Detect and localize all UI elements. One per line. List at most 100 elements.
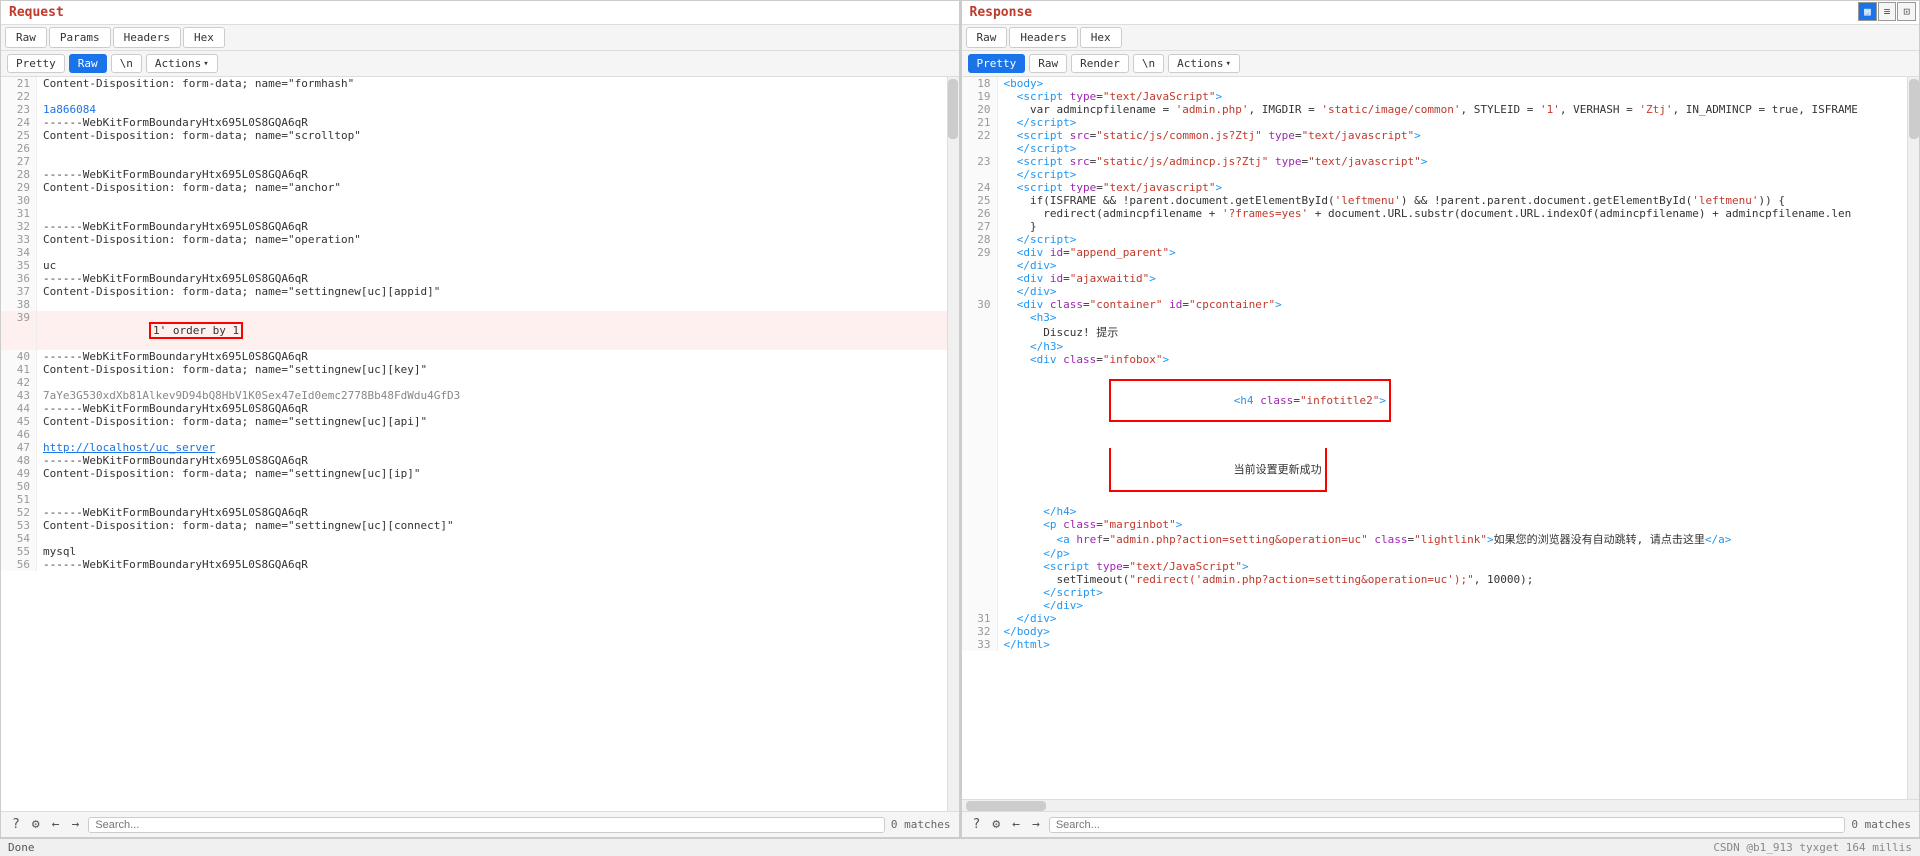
response-raw-btn[interactable]: Raw <box>1029 54 1067 73</box>
response-ln-btn[interactable]: \n <box>1133 54 1164 73</box>
response-settings-icon[interactable]: ⚙ <box>989 816 1003 833</box>
response-pretty-btn[interactable]: Pretty <box>968 54 1026 73</box>
request-tab-bar: Raw Params Headers Hex <box>1 25 959 51</box>
code-line: setTimeout("redirect('admin.php?action=s… <box>962 573 1908 586</box>
response-back-icon[interactable]: ← <box>1009 816 1023 833</box>
request-back-icon[interactable]: ← <box>49 816 63 833</box>
code-line: </script> <box>962 168 1908 181</box>
response-toolbar: Pretty Raw Render \n Actions ▾ <box>962 51 1920 77</box>
list-view-icon[interactable]: ≡ <box>1878 2 1897 21</box>
code-line: 30 <box>1 194 947 207</box>
code-line: 27 } <box>962 220 1908 233</box>
request-scrollbar[interactable] <box>947 77 959 811</box>
response-scrollbar-thumb[interactable] <box>1909 79 1919 139</box>
request-pretty-btn[interactable]: Pretty <box>7 54 65 73</box>
code-line: </div> <box>962 285 1908 298</box>
code-line: 30 <div class="container" id="cpcontaine… <box>962 298 1908 311</box>
response-search-input[interactable] <box>1049 817 1846 833</box>
code-line: 24------WebKitFormBoundaryHtx695L0S8GQA6… <box>1 116 947 129</box>
response-matches-text: 0 matches <box>1851 818 1911 831</box>
code-line: 28------WebKitFormBoundaryHtx695L0S8GQA6… <box>1 168 947 181</box>
code-line: 44------WebKitFormBoundaryHtx695L0S8GQA6… <box>1 402 947 415</box>
response-tab-raw[interactable]: Raw <box>966 27 1008 48</box>
code-line: <h3> <box>962 311 1908 324</box>
code-line: 32</body> <box>962 625 1908 638</box>
code-line: 48------WebKitFormBoundaryHtx695L0S8GQA6… <box>1 454 947 467</box>
code-line: 21Content-Disposition: form-data; name="… <box>1 77 947 90</box>
code-line: 33</html> <box>962 638 1908 651</box>
code-line: 31 <box>1 207 947 220</box>
code-line: 20 var admincpfilename = 'admin.php', IM… <box>962 103 1908 116</box>
code-line: 31 </div> <box>962 612 1908 625</box>
response-forward-icon[interactable]: → <box>1029 816 1043 833</box>
code-line: 42 <box>1 376 947 389</box>
code-line: 26 <box>1 142 947 155</box>
request-code-area[interactable]: 21Content-Disposition: form-data; name="… <box>1 77 947 811</box>
split-view-icon[interactable]: ⊡ <box>1897 2 1916 21</box>
response-help-icon[interactable]: ? <box>970 816 984 833</box>
code-line: 18<body> <box>962 77 1908 90</box>
code-line: 25Content-Disposition: form-data; name="… <box>1 129 947 142</box>
code-line-highlighted: 39 1' order by 1 <box>1 311 947 350</box>
request-tab-headers[interactable]: Headers <box>113 27 181 48</box>
code-line: 231a866084 <box>1 103 947 116</box>
response-hscrollbar-thumb[interactable] <box>966 801 1046 811</box>
code-line: Discuz! 提示 <box>962 324 1908 340</box>
request-search-input[interactable] <box>88 817 885 833</box>
response-hscrollbar[interactable] <box>962 799 1920 811</box>
code-line: 27 <box>1 155 947 168</box>
response-actions-arrow: ▾ <box>1225 59 1230 69</box>
code-line: 28 </script> <box>962 233 1908 246</box>
request-tab-raw[interactable]: Raw <box>5 27 47 48</box>
code-line: 47http://localhost/uc_server <box>1 441 947 454</box>
code-line: 45Content-Disposition: form-data; name="… <box>1 415 947 428</box>
code-line: 37Content-Disposition: form-data; name="… <box>1 285 947 298</box>
code-line: 26 redirect(admincpfilename + '?frames=y… <box>962 207 1908 220</box>
request-tab-params[interactable]: Params <box>49 27 111 48</box>
code-line: 19 <script type="text/JavaScript"> <box>962 90 1908 103</box>
code-line: 52------WebKitFormBoundaryHtx695L0S8GQA6… <box>1 506 947 519</box>
code-line: 29Content-Disposition: form-data; name="… <box>1 181 947 194</box>
code-line: <a href="admin.php?action=setting&operat… <box>962 531 1908 547</box>
code-line-response-highlighted2: 当前设置更新成功 <box>962 435 1908 505</box>
response-tab-headers[interactable]: Headers <box>1009 27 1077 48</box>
response-bottom-bar: ? ⚙ ← → 0 matches <box>962 811 1920 837</box>
code-line: </h4> <box>962 505 1908 518</box>
request-actions-arrow: ▾ <box>203 59 208 69</box>
response-actions-btn[interactable]: Actions ▾ <box>1168 54 1240 73</box>
request-ln-btn[interactable]: \n <box>111 54 142 73</box>
code-line: 49Content-Disposition: form-data; name="… <box>1 467 947 480</box>
code-line: <div class="infobox"> <box>962 353 1908 366</box>
code-line: 54 <box>1 532 947 545</box>
response-actions-label: Actions <box>1177 57 1223 70</box>
request-help-icon[interactable]: ? <box>9 816 23 833</box>
response-tab-hex[interactable]: Hex <box>1080 27 1122 48</box>
code-line-response-highlighted: <h4 class="infotitle2"> <box>962 366 1908 435</box>
response-scrollbar[interactable] <box>1907 77 1919 799</box>
code-line: 53Content-Disposition: form-data; name="… <box>1 519 947 532</box>
request-tab-hex[interactable]: Hex <box>183 27 225 48</box>
request-raw-btn[interactable]: Raw <box>69 54 107 73</box>
code-line: 437aYe3G530xdXb81Alkev9D94bQ8HbV1K0Sex47… <box>1 389 947 402</box>
status-bar: Done CSDN @b1_913 tyxget 164 millis <box>0 838 1920 856</box>
request-bottom-bar: ? ⚙ ← → 0 matches <box>1 811 959 837</box>
status-bar-done: Done <box>8 841 35 854</box>
grid-view-icon[interactable]: ▦ <box>1858 2 1877 21</box>
request-actions-btn[interactable]: Actions ▾ <box>146 54 218 73</box>
code-line: 25 if(ISFRAME && !parent.document.getEle… <box>962 194 1908 207</box>
request-forward-icon[interactable]: → <box>68 816 82 833</box>
response-render-btn[interactable]: Render <box>1071 54 1129 73</box>
code-line: 34 <box>1 246 947 259</box>
code-line: </script> <box>962 142 1908 155</box>
status-bar-info: CSDN @b1_913 tyxget 164 millis <box>1713 841 1912 854</box>
request-settings-icon[interactable]: ⚙ <box>29 816 43 833</box>
code-line: 38 <box>1 298 947 311</box>
code-line: <p class="marginbot"> <box>962 518 1908 531</box>
request-scrollbar-thumb[interactable] <box>948 79 958 139</box>
response-code-area[interactable]: 18<body> 19 <script type="text/JavaScrip… <box>962 77 1908 799</box>
code-line: 33Content-Disposition: form-data; name="… <box>1 233 947 246</box>
code-line: 35uc <box>1 259 947 272</box>
code-line: 23 <script src="static/js/admincp.js?Ztj… <box>962 155 1908 168</box>
code-line: </script> <box>962 586 1908 599</box>
code-line: 22 <box>1 90 947 103</box>
